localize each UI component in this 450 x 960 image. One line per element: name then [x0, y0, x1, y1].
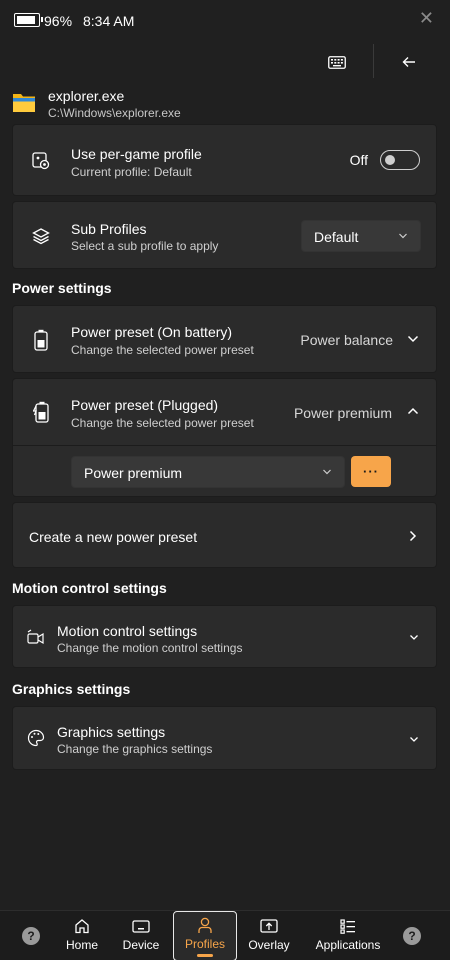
keyboard-button[interactable]: [319, 46, 355, 78]
nav-overlay-label: Overlay: [248, 938, 290, 952]
sub-profiles-title: Sub Profiles: [71, 221, 147, 237]
create-power-preset-label: Create a new power preset: [29, 529, 198, 545]
motion-control-icon: [27, 628, 45, 646]
motion-control-title: Motion control settings: [57, 623, 198, 639]
per-game-profile-title: Use per-game profile: [71, 146, 202, 162]
clock: 8:34 AM: [83, 13, 135, 29]
battery-icon: [14, 13, 43, 27]
nav-profiles-label: Profiles: [184, 937, 225, 951]
power-preset-plugged-value: Power premium: [293, 405, 392, 421]
nav-home[interactable]: Home: [57, 911, 107, 960]
app-path: C:\Windows\explorer.exe: [48, 106, 181, 120]
chevron-down-icon: [408, 733, 420, 745]
keyboard-icon: [328, 55, 346, 69]
palette-icon: [27, 729, 45, 747]
motion-control-card[interactable]: Motion control settings Change the motio…: [12, 605, 437, 668]
folder-icon: [13, 94, 35, 112]
nav-profiles[interactable]: Profiles: [173, 911, 237, 960]
title-bar: 96% 8:34 AM ✕: [0, 0, 450, 40]
bottom-navigation: ? Home Device Profiles Overlay Applicati…: [0, 910, 450, 960]
battery-preset-icon: [33, 328, 49, 352]
chevron-down-icon: [408, 631, 420, 643]
help-right-icon[interactable]: ?: [403, 927, 421, 945]
power-preset-plugged-subtitle: Change the selected power preset: [71, 416, 254, 430]
chevron-up-icon: [406, 404, 420, 418]
app-name: explorer.exe: [48, 88, 125, 104]
layers-icon: [31, 226, 51, 246]
nav-device-label: Device: [122, 938, 160, 952]
power-preset-battery-value: Power balance: [300, 332, 393, 348]
chevron-down-icon: [322, 465, 332, 482]
graphics-settings-heading: Graphics settings: [12, 681, 131, 697]
power-settings-heading: Power settings: [12, 280, 112, 296]
nav-device[interactable]: Device: [116, 911, 166, 960]
motion-control-subtitle: Change the motion control settings: [57, 641, 243, 655]
create-power-preset-card[interactable]: Create a new power preset: [12, 502, 437, 568]
power-preset-plugged-header[interactable]: Power preset (Plugged) Change the select…: [13, 379, 436, 446]
per-game-profile-card: Use per-game profile Current profile: De…: [12, 124, 437, 196]
nav-overlay[interactable]: Overlay: [244, 911, 294, 960]
back-button[interactable]: [391, 46, 427, 78]
home-icon: [74, 917, 90, 935]
profile-settings-icon: [31, 151, 51, 171]
device-icon: [132, 917, 150, 935]
power-preset-battery-subtitle: Change the selected power preset: [71, 343, 254, 357]
toolbar-divider: [373, 44, 374, 78]
power-preset-battery-card[interactable]: Power preset (On battery) Change the sel…: [12, 305, 437, 373]
sub-profiles-card: Sub Profiles Select a sub profile to app…: [12, 201, 437, 269]
power-preset-plugged-title: Power preset (Plugged): [71, 397, 219, 413]
power-preset-plugged-select[interactable]: Power premium: [71, 456, 345, 488]
profile-icon: [197, 916, 213, 934]
graphics-settings-subtitle: Change the graphics settings: [57, 742, 213, 756]
chevron-down-icon: [398, 229, 408, 246]
chevron-down-icon: [406, 332, 420, 346]
plugged-battery-icon: [33, 400, 49, 424]
per-game-profile-subtitle: Current profile: Default: [71, 165, 192, 179]
power-preset-plugged-selected: Power premium: [84, 465, 183, 481]
more-options-button[interactable]: ···: [351, 456, 391, 487]
sub-profiles-subtitle: Select a sub profile to apply: [71, 239, 219, 253]
motion-settings-heading: Motion control settings: [12, 580, 167, 596]
back-arrow-icon: [402, 57, 415, 67]
nav-home-label: Home: [65, 938, 98, 952]
sub-profile-select[interactable]: Default: [301, 220, 421, 252]
power-preset-battery-title: Power preset (On battery): [71, 324, 233, 340]
graphics-settings-title: Graphics settings: [57, 724, 166, 740]
per-game-profile-toggle[interactable]: [380, 150, 420, 170]
nav-applications-label: Applications: [315, 938, 381, 952]
per-game-profile-state: Off: [349, 152, 368, 168]
graphics-settings-card[interactable]: Graphics settings Change the graphics se…: [12, 706, 437, 770]
overlay-icon: [260, 917, 278, 935]
applications-icon: [340, 917, 356, 935]
help-left-icon[interactable]: ?: [22, 927, 40, 945]
nav-applications[interactable]: Applications: [309, 911, 387, 960]
close-button[interactable]: ✕: [419, 8, 434, 29]
sub-profile-selected: Default: [314, 229, 359, 245]
chevron-right-icon: [408, 529, 418, 543]
battery-percent: 96%: [44, 13, 73, 29]
